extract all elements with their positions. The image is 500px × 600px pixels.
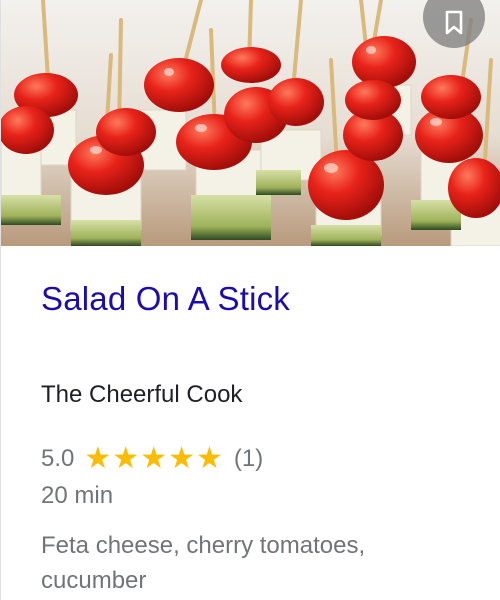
star-icon: ★ [168, 442, 195, 475]
recipe-title[interactable]: Salad On A Stick [41, 280, 290, 318]
recipe-source: The Cheerful Cook [41, 381, 243, 408]
recipe-card[interactable]: Salad On A Stick The Cheerful Cook 5.0 ★… [0, 0, 500, 600]
star-icon: ★ [196, 442, 223, 475]
salad-skewers-photo [1, 0, 500, 246]
star-icon: ★ [112, 442, 140, 475]
bookmark-icon [444, 0, 464, 36]
ingredients-list: Feta cheese, cherry tomatoes, cucumber [41, 532, 366, 594]
star-rating: ★ ★ ★ ★ ★ [84, 444, 224, 474]
rating-row: 5.0 ★ ★ ★ ★ ★ (1) [41, 444, 263, 474]
cook-time: 20 min [41, 482, 114, 509]
review-count: (1) [233, 445, 264, 472]
star-icon: ★ [84, 442, 112, 475]
recipe-image[interactable] [1, 0, 500, 246]
rating-value: 5.0 [41, 445, 75, 472]
star-icon: ★ [140, 442, 168, 475]
